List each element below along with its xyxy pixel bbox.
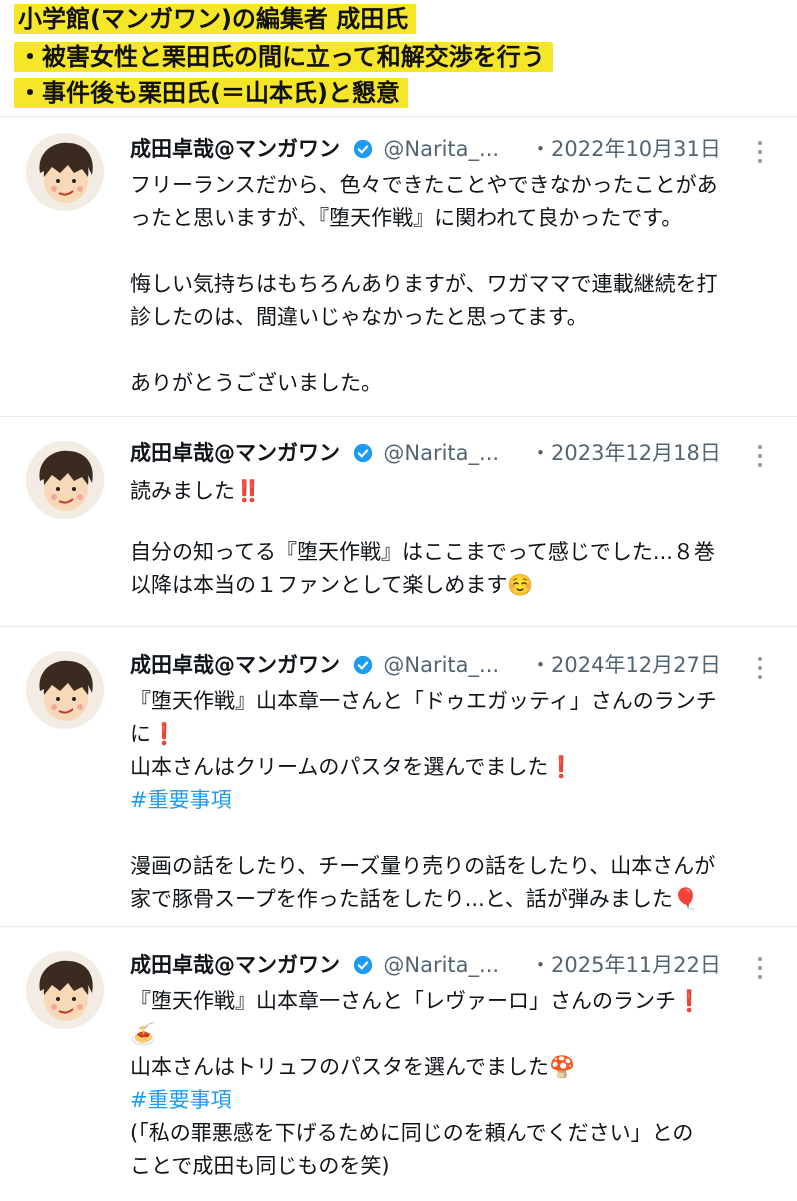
more-options-icon[interactable]	[757, 657, 763, 679]
tweet-header: 成田卓哉@マンガワン @Narita_... ・2024年12月27日	[130, 647, 770, 683]
text-line: 山本さんはクリームのパスタを選んでました❗	[130, 755, 575, 779]
text-line: 🍝	[130, 1022, 157, 1046]
avatar-illustration	[26, 133, 104, 211]
banner-line-2: ・被害女性と栗田氏の間に立って和解交渉を行う	[14, 42, 553, 72]
more-options-icon[interactable]	[757, 141, 763, 163]
author-name[interactable]: 成田卓哉@マンガワン	[130, 953, 340, 977]
avatar[interactable]	[26, 441, 104, 519]
banner-line-1: 小学館(マンガワン)の編集者 成田氏	[14, 4, 417, 34]
text-line	[130, 235, 770, 268]
text-line: 読みました‼️	[130, 479, 262, 503]
tweet-header: 成田卓哉@マンガワン @Narita_... ・2025年11月22日	[130, 947, 770, 983]
avatar[interactable]	[26, 651, 104, 729]
text-line: フリーランスだから、色々できたことやできなかったことがあ	[130, 173, 718, 197]
verified-badge-icon	[353, 443, 372, 463]
author-handle[interactable]: @Narita_...	[383, 137, 499, 161]
tweet-text: 読みました‼️ 自分の知ってる『堕天作戦』はここまでって感じでした...８巻 以…	[130, 475, 770, 602]
text-line: ことで成田も同じものを笑)	[130, 1154, 390, 1178]
text-line: 悔しい気持ちはもちろんありますが、ワガママで連載継続を打	[130, 272, 718, 296]
verified-badge-icon	[353, 139, 372, 159]
text-line	[130, 334, 770, 367]
hashtag-link[interactable]: #重要事項	[130, 784, 770, 817]
text-line: 漫画の話をしたり、チーズ量り売りの話をしたり、山本さんが	[130, 854, 716, 878]
tweet-text: フリーランスだから、色々できたことやできなかったことがあ ったと思いますが、『堕…	[130, 169, 770, 400]
text-line: 以降は本当の１ファンとして楽しめます☺️	[130, 573, 534, 597]
text-line: 『堕天作戦』山本章一さんと「レヴァーロ」さんのランチ❗	[130, 989, 703, 1013]
verified-badge-icon	[353, 955, 372, 975]
text-line: 家で豚骨スープを作った話をしたり...と、話が弾みました🎈	[130, 887, 700, 911]
more-options-icon[interactable]	[757, 957, 763, 979]
text-line: (「私の罪悪感を下げるために同じのを頼んでください」との	[130, 1121, 694, 1145]
tweet-2[interactable]: 成田卓哉@マンガワン @Narita_... ・2023年12月18日 読みまし…	[0, 416, 797, 627]
verified-badge-icon	[353, 655, 372, 675]
caption-banner: 小学館(マンガワン)の編集者 成田氏 ・被害女性と栗田氏の間に立って和解交渉を行…	[0, 0, 797, 112]
tweet-date[interactable]: ・2024年12月27日	[530, 647, 721, 683]
text-line: 山本さんはトリュフのパスタを選んでました🍄	[130, 1055, 576, 1079]
author-name[interactable]: 成田卓哉@マンガワン	[130, 137, 340, 161]
text-line: に❗	[130, 722, 178, 746]
text-line: ありがとうございました。	[130, 371, 382, 395]
text-line	[130, 817, 770, 850]
author-handle[interactable]: @Narita_...	[383, 441, 499, 465]
avatar[interactable]	[26, 133, 104, 211]
text-line	[130, 508, 770, 536]
author-handle[interactable]: @Narita_...	[383, 953, 499, 977]
tweet-1[interactable]: 成田卓哉@マンガワン @Narita_... ・2022年10月31日 フリーラ…	[0, 116, 797, 417]
tweet-text: 『堕天作戦』山本章一さんと「ドゥエガッティ」さんのランチ に❗ 山本さんはクリー…	[130, 685, 770, 916]
hashtag-link[interactable]: #重要事項	[130, 1084, 770, 1117]
tweet-text: 『堕天作戦』山本章一さんと「レヴァーロ」さんのランチ❗ 🍝 山本さんはトリュフの…	[130, 985, 770, 1183]
author-handle[interactable]: @Narita_...	[383, 653, 499, 677]
tweet-4[interactable]: 成田卓哉@マンガワン @Narita_... ・2025年11月22日 『堕天作…	[0, 926, 797, 1201]
tweet-date[interactable]: ・2025年11月22日	[530, 947, 721, 983]
tweet-header: 成田卓哉@マンガワン @Narita_... ・2023年12月18日	[130, 435, 770, 471]
author-name[interactable]: 成田卓哉@マンガワン	[130, 653, 340, 677]
avatar-illustration	[26, 441, 104, 519]
tweet-3[interactable]: 成田卓哉@マンガワン @Narita_... ・2024年12月27日 『堕天作…	[0, 626, 797, 927]
banner-line-3: ・事件後も栗田氏(＝山本氏)と懇意	[14, 78, 408, 108]
avatar[interactable]	[26, 951, 104, 1029]
avatar-illustration	[26, 651, 104, 729]
author-name[interactable]: 成田卓哉@マンガワン	[130, 441, 340, 465]
text-line: 診したのは、間違いじゃなかったと思ってます。	[130, 305, 588, 329]
text-line: ったと思いますが、『堕天作戦』に関われて良かったです。	[130, 206, 683, 230]
tweet-date[interactable]: ・2022年10月31日	[530, 131, 721, 167]
text-line: 『堕天作戦』山本章一さんと「ドゥエガッティ」さんのランチ	[130, 689, 717, 713]
text-line: 自分の知ってる『堕天作戦』はここまでって感じでした...８巻	[130, 540, 715, 564]
avatar-illustration	[26, 951, 104, 1029]
tweet-date[interactable]: ・2023年12月18日	[530, 435, 721, 471]
tweet-header: 成田卓哉@マンガワン @Narita_... ・2022年10月31日	[130, 131, 770, 167]
more-options-icon[interactable]	[757, 445, 763, 467]
